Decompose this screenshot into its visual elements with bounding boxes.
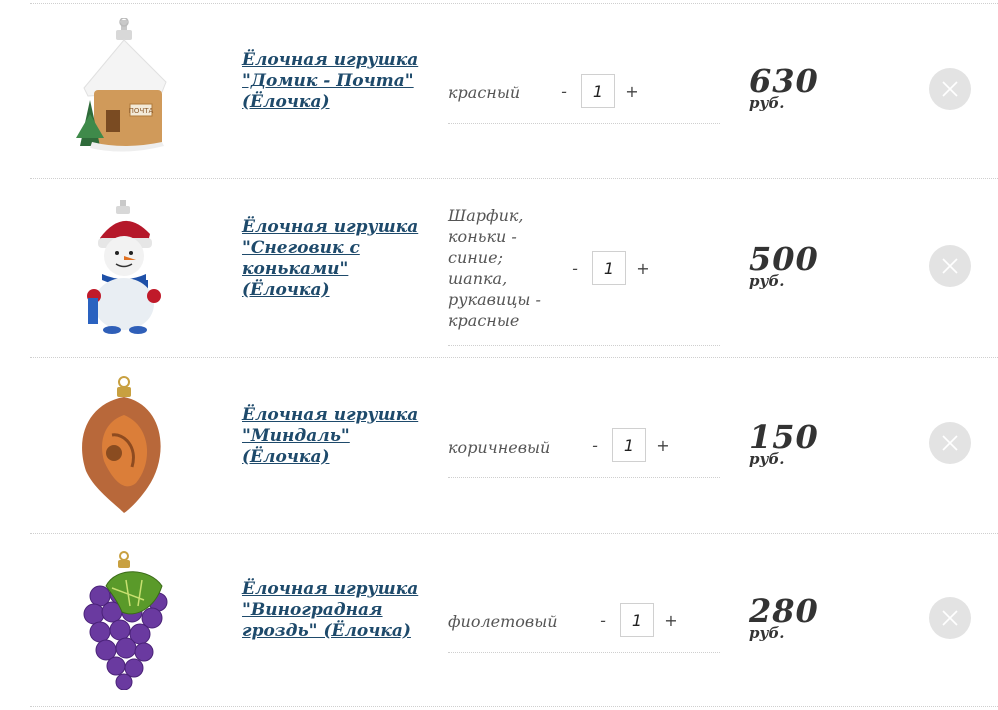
price-amount: 630 <box>749 62 819 100</box>
quantity-stepper: - + <box>594 603 680 637</box>
row-divider <box>30 3 998 4</box>
close-icon <box>942 435 958 451</box>
product-title-link[interactable]: Ёлочная игрушка "Снеговик с коньками" (Ё… <box>242 217 427 301</box>
price: 500 руб. <box>749 242 819 290</box>
quantity-input[interactable] <box>620 603 654 637</box>
house-ornament-icon: ПОЧТА <box>76 18 167 152</box>
remove-item-button[interactable] <box>929 245 971 287</box>
qty-decrement-button[interactable]: - <box>594 610 612 631</box>
price-amount: 150 <box>749 418 819 456</box>
variant-label: фиолетовый <box>448 612 558 631</box>
close-icon <box>942 258 958 274</box>
product-image-snowman[interactable] <box>54 198 194 338</box>
almond-ornament-icon <box>82 376 161 513</box>
quantity-stepper: - + <box>586 428 672 462</box>
svg-text:ПОЧТА: ПОЧТА <box>129 107 154 115</box>
remove-item-button[interactable] <box>929 422 971 464</box>
snowman-ornament-icon <box>87 200 161 334</box>
row-divider <box>30 178 998 179</box>
qty-decrement-button[interactable]: - <box>566 258 584 279</box>
row-divider <box>30 533 998 534</box>
qty-increment-button[interactable]: + <box>634 258 652 279</box>
variant-label: коричневый <box>448 438 551 457</box>
remove-item-button[interactable] <box>929 68 971 110</box>
qty-increment-button[interactable]: + <box>662 610 680 631</box>
variant-cell: фиолетовый - + <box>448 600 720 653</box>
product-title-link[interactable]: Ёлочная игрушка "Виноградная гроздь" (Ёл… <box>242 579 427 642</box>
variant-cell: красный - + <box>448 70 720 124</box>
quantity-stepper: - + <box>555 74 641 108</box>
cart-list: ПОЧТА Ёлочная игрушка "Домик - Почта" (Ё… <box>0 0 998 710</box>
product-title-link[interactable]: Ёлочная игрушка "Миндаль" (Ёлочка) <box>242 405 427 468</box>
qty-increment-button[interactable]: + <box>623 81 641 102</box>
close-icon <box>942 81 958 97</box>
row-divider <box>30 706 998 707</box>
grape-ornament-icon <box>83 551 168 690</box>
quantity-stepper: - + <box>566 251 652 285</box>
price: 150 руб. <box>749 420 819 468</box>
quantity-input[interactable] <box>592 251 626 285</box>
variant-cell: коричневый - + <box>448 425 720 478</box>
product-image-grape[interactable] <box>54 550 194 690</box>
variant-cell: Шарфик, коньки - синие; шапка, рукавицы … <box>448 205 720 346</box>
remove-item-button[interactable] <box>929 597 971 639</box>
product-image-house[interactable]: ПОЧТА <box>54 18 194 158</box>
row-divider <box>30 357 998 358</box>
price-amount: 500 <box>749 240 819 278</box>
qty-decrement-button[interactable]: - <box>555 81 573 102</box>
price: 630 руб. <box>749 64 819 112</box>
product-title-link[interactable]: Ёлочная игрушка "Домик - Почта" (Ёлочка) <box>242 50 427 113</box>
quantity-input[interactable] <box>612 428 646 462</box>
close-icon <box>942 610 958 626</box>
variant-label: красный <box>448 83 521 102</box>
qty-increment-button[interactable]: + <box>654 435 672 456</box>
price: 280 руб. <box>749 594 819 642</box>
price-amount: 280 <box>749 592 819 630</box>
product-image-almond[interactable] <box>54 375 194 515</box>
variant-label: Шарфик, коньки - синие; шапка, рукавицы … <box>448 206 541 330</box>
quantity-input[interactable] <box>581 74 615 108</box>
qty-decrement-button[interactable]: - <box>586 435 604 456</box>
